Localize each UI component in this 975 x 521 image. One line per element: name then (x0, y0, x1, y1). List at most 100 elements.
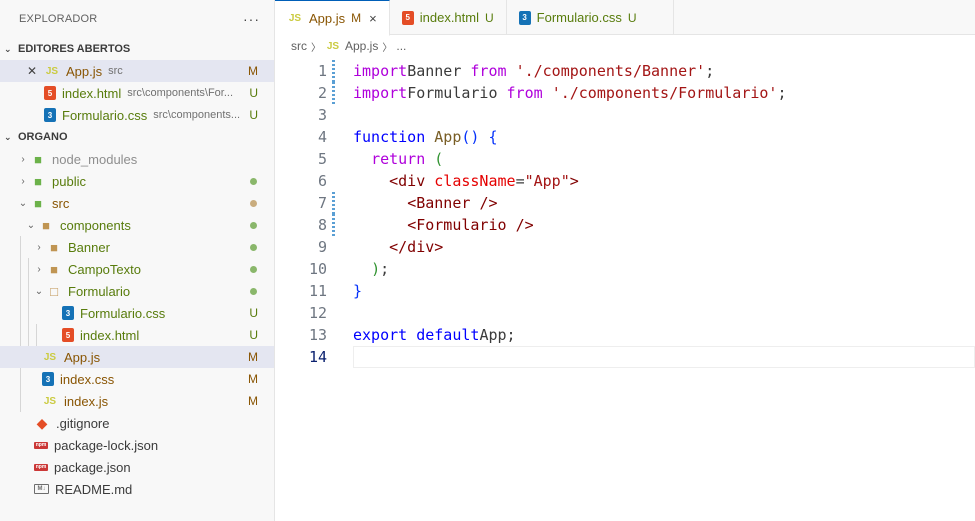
breadcrumb-folder[interactable]: src (291, 39, 307, 53)
folder-open-icon: □ (50, 283, 58, 299)
tree-item-label: package.json (54, 459, 131, 475)
code-line[interactable]: 11} (275, 280, 975, 302)
tree-item-index-js[interactable]: JS index.js M (0, 390, 274, 412)
code-line[interactable]: 7 <Banner /> (275, 192, 975, 214)
code-editor[interactable]: 1 importBanner from './components/Banner'… (275, 60, 975, 368)
code-line[interactable]: 5 return ( (275, 148, 975, 170)
explorer-sidebar: EXPLORADOR ··· ⌄ EDITORES ABERTOS ✕ JS A… (0, 0, 275, 521)
npm-icon: npm (34, 441, 48, 449)
tree-item-label: Banner (68, 239, 110, 255)
code-line[interactable]: 9 </div> (275, 236, 975, 258)
gutter (327, 126, 353, 148)
more-actions-icon[interactable]: ··· (243, 11, 260, 27)
code-line[interactable]: 4 function App() { (275, 126, 975, 148)
status-badge: U (484, 10, 494, 25)
gutter (327, 104, 353, 126)
gutter (327, 214, 353, 236)
editor-area: JS App.js M × 5 index.html U 3 Formulari… (275, 0, 975, 521)
code-line[interactable]: 13 export defaultApp; (275, 324, 975, 346)
tree-item-package-json[interactable]: npm package.json (0, 456, 274, 478)
status-dot (250, 177, 257, 185)
code-token: "App" (524, 172, 570, 190)
code-token: Formulario (407, 84, 507, 102)
line-number: 7 (317, 194, 327, 212)
diff-marker (332, 82, 335, 104)
code-line[interactable]: 8 <Formulario /> (275, 214, 975, 236)
open-editor-index-html[interactable]: 5 index.html src\components\For... U (0, 82, 274, 104)
tree-item-campotexto[interactable]: › ■ CampoTexto (0, 258, 274, 280)
gutter (327, 236, 353, 258)
tab-label: index.html (419, 10, 479, 25)
chevron-down-icon: ⌄ (26, 219, 36, 231)
code-token: <Banner (407, 194, 471, 212)
code-text: </div> (353, 238, 443, 256)
tree-item-readme[interactable]: M↓ README.md (0, 478, 274, 500)
code-token: from (506, 84, 543, 102)
open-editors-header[interactable]: ⌄ EDITORES ABERTOS (0, 38, 274, 60)
code-token: } (353, 282, 363, 300)
status-badge: U (249, 328, 258, 342)
project-header[interactable]: ⌄ ORGANO (0, 126, 274, 148)
js-icon: JS (43, 351, 57, 363)
line-number: 13 (308, 326, 327, 344)
tree-item-components[interactable]: ⌄ ■ components (0, 214, 274, 236)
open-editor-app-js[interactable]: ✕ JS App.js src M (0, 60, 274, 82)
code-token: ; (380, 260, 390, 278)
code-token: './components/Formulario' (551, 84, 778, 102)
js-icon: JS (45, 65, 59, 77)
code-token: <div (389, 172, 426, 190)
diff-marker (332, 192, 335, 214)
status-dot (250, 243, 257, 251)
open-editor-desc: src\components\For... (127, 87, 234, 99)
tree-item-node-modules[interactable]: › ■ node_modules (0, 148, 274, 170)
tree-item-formulario[interactable]: ⌄ □ Formulario (0, 280, 274, 302)
tree-item-label: public (52, 173, 86, 189)
tree-item-gitignore[interactable]: ◆ .gitignore (0, 412, 274, 434)
code-line[interactable]: 3 (275, 104, 975, 126)
tree-item-banner[interactable]: › ■ Banner (0, 236, 274, 258)
tree-item-label: src (52, 195, 70, 211)
tree-item-formulario-css[interactable]: 3 Formulario.css U (0, 302, 274, 324)
breadcrumb-more[interactable]: ... (396, 39, 406, 53)
close-icon[interactable]: × (369, 11, 377, 26)
tree-item-src[interactable]: ⌄ ■ src (0, 192, 274, 214)
status-badge: U (249, 108, 258, 122)
code-line[interactable]: 14 (275, 346, 975, 368)
open-editor-formulario-css[interactable]: 3 Formulario.css src\components... U (0, 104, 274, 126)
code-line[interactable]: 2 importFormulario from './components/For… (275, 82, 975, 104)
chevron-right-icon: 〉 (311, 42, 321, 54)
code-token: = (515, 172, 525, 190)
code-text: } (353, 282, 362, 300)
tab-app-js[interactable]: JS App.js M × (275, 0, 390, 36)
git-icon: ◆ (36, 414, 48, 431)
html-icon: 5 (44, 86, 56, 100)
tree-item-index-css[interactable]: 3 index.css M (0, 368, 274, 390)
tab-index-html[interactable]: 5 index.html U (390, 0, 507, 35)
tree-item-package-lock[interactable]: npm package-lock.json (0, 434, 274, 456)
code-line[interactable]: 10 ); (275, 258, 975, 280)
css-icon: 3 (62, 306, 74, 320)
folder-src-icon: ■ (34, 195, 42, 211)
code-line[interactable]: 1 importBanner from './components/Banner'… (275, 60, 975, 82)
close-icon[interactable]: ✕ (24, 64, 40, 78)
chevron-down-icon: ⌄ (18, 197, 28, 209)
code-token: App (434, 128, 462, 146)
code-line[interactable]: 12 (275, 302, 975, 324)
tree-item-index-html[interactable]: 5 index.html U (0, 324, 274, 346)
code-text: <Banner /> (353, 194, 497, 212)
code-line[interactable]: 6 <div className="App"> (275, 170, 975, 192)
project-title: ORGANO (18, 131, 68, 143)
tree-item-label: package-lock.json (54, 437, 159, 453)
tree-item-public[interactable]: › ■ public (0, 170, 274, 192)
tab-formulario-css[interactable]: 3 Formulario.css U (507, 0, 674, 35)
chevron-right-icon: › (37, 263, 41, 275)
tree-item-app-js[interactable]: JS App.js M (0, 346, 274, 368)
open-editor-name: App.js (66, 63, 103, 79)
breadcrumb-file[interactable]: App.js (345, 39, 378, 53)
status-badge: M (351, 11, 362, 25)
